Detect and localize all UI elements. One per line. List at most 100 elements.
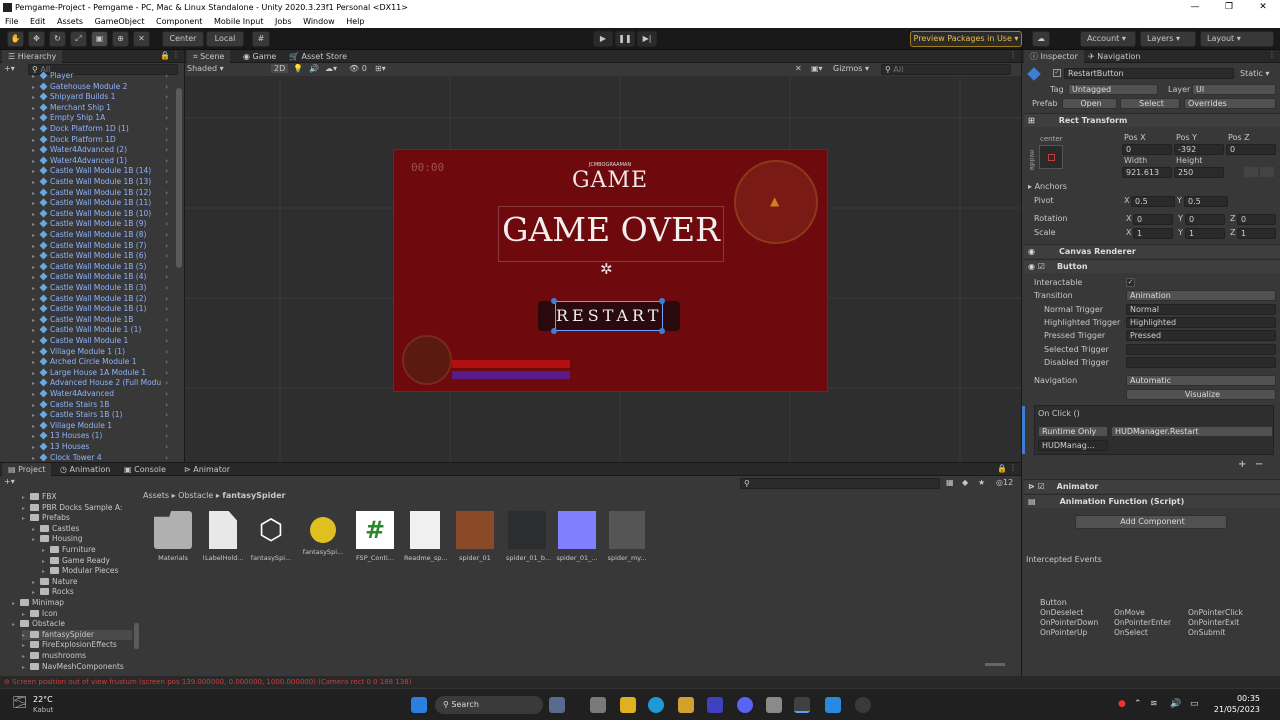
tab-inspector[interactable]: ⓘ Inspector <box>1024 50 1084 63</box>
project-folder-item[interactable]: ▸ FBX <box>22 492 57 503</box>
layer-dropdown[interactable]: UI <box>1192 84 1276 95</box>
rect-handle-bl[interactable] <box>551 328 557 334</box>
open-prefab-arrow-icon[interactable]: › <box>165 272 168 283</box>
open-prefab-arrow-icon[interactable]: › <box>165 72 168 82</box>
runtime-dropdown[interactable]: Runtime Only <box>1038 426 1108 437</box>
open-prefab-arrow-icon[interactable]: › <box>165 92 168 103</box>
blueprint-mode-icon[interactable] <box>1244 167 1258 177</box>
task-view-icon[interactable] <box>549 697 565 713</box>
hierarchy-item[interactable]: ▸ Castle Wall Module 1B (3) › <box>32 283 176 294</box>
rotation-y-field[interactable]: 0 <box>1185 214 1225 225</box>
unity-hub-icon[interactable] <box>766 697 782 713</box>
folder-arrow-icon[interactable]: ▸ <box>22 514 30 525</box>
hierarchy-item[interactable]: ▸ 13 Houses (1) › <box>32 431 176 442</box>
open-prefab-arrow-icon[interactable]: › <box>165 283 168 294</box>
file-manager-icon[interactable] <box>590 697 606 713</box>
asset-item[interactable]: fantasySpi... <box>302 511 344 556</box>
open-prefab-arrow-icon[interactable]: › <box>165 262 168 273</box>
open-prefab-arrow-icon[interactable]: › <box>165 442 168 453</box>
pos-x-field[interactable]: 0 <box>1122 144 1172 155</box>
layers-dropdown[interactable]: Layers ▾ <box>1140 31 1196 47</box>
project-folder-item[interactable]: ▸ Obstacle <box>12 619 65 630</box>
hierarchy-item[interactable]: ▸ Clock Tower 4 › <box>32 453 176 461</box>
remove-listener-button[interactable]: − <box>1255 459 1263 470</box>
tab-animation[interactable]: ◷ Animation <box>54 463 116 476</box>
visualize-button[interactable]: Visualize <box>1126 389 1276 400</box>
project-folder-item[interactable]: ▸ Prefabs <box>22 513 70 524</box>
hierarchy-item[interactable]: ▸ Village Module 1 › <box>32 421 176 432</box>
inspector-menu-icon[interactable]: ⋮ <box>1268 50 1276 59</box>
open-prefab-arrow-icon[interactable]: › <box>165 410 168 421</box>
hierarchy-item[interactable]: ▸ Empty Ship 1A › <box>32 113 176 124</box>
hierarchy-item[interactable]: ▸ Player › <box>32 72 176 82</box>
project-tree-scrollbar[interactable] <box>134 623 139 649</box>
rotation-z-field[interactable]: 0 <box>1237 214 1276 225</box>
menu-edit[interactable]: Edit <box>30 17 46 26</box>
menu-window[interactable]: Window <box>303 17 335 26</box>
hierarchy-item[interactable]: ▸ Castle Wall Module 1B › <box>32 315 176 326</box>
taskbar-time[interactable]: 00:35 <box>1218 694 1260 703</box>
scene-viewport[interactable]: 00:00 JCMBOGRAAMAN GAME GAME OVER ✲ REST… <box>185 76 1021 462</box>
project-menu-icon[interactable]: ⋮ <box>1009 463 1017 472</box>
tab-console[interactable]: ▣ Console <box>118 463 172 476</box>
raw-edit-icon[interactable] <box>1260 167 1274 177</box>
interactable-checkbox[interactable]: ✓ <box>1126 278 1135 287</box>
asset-item[interactable]: ⬡ fantasySpi... <box>250 511 292 562</box>
hierarchy-item[interactable]: ▸ Water4Advanced (2) › <box>32 145 176 156</box>
visual-studio-icon[interactable] <box>707 697 723 713</box>
hierarchy-item[interactable]: ▸ Gatehouse Module 2 › <box>32 82 176 93</box>
open-prefab-arrow-icon[interactable]: › <box>165 325 168 336</box>
file-explorer-icon[interactable] <box>620 697 636 713</box>
open-prefab-arrow-icon[interactable]: › <box>165 82 168 93</box>
object-name-field[interactable]: RestartButton <box>1064 68 1234 79</box>
project-folder-item[interactable]: ▸ Furniture <box>42 545 96 556</box>
normal-trigger-field[interactable]: Normal <box>1126 304 1276 315</box>
folder-arrow-icon[interactable]: ▸ <box>22 663 30 674</box>
open-prefab-arrow-icon[interactable]: › <box>165 219 168 230</box>
pause-button[interactable]: ❚❚ <box>615 31 635 47</box>
hierarchy-item[interactable]: ▸ Castle Wall Module 1B (4) › <box>32 272 176 283</box>
hierarchy-item[interactable]: ▸ Castle Wall Module 1B (13) › <box>32 177 176 188</box>
open-prefab-arrow-icon[interactable]: › <box>165 177 168 188</box>
unity-editor-icon[interactable] <box>794 697 810 713</box>
toggle-2d-button[interactable]: 2D <box>271 64 289 73</box>
maximize-button[interactable]: ❐ <box>1212 0 1246 15</box>
volume-icon[interactable]: 🔊 <box>1170 699 1181 709</box>
selected-trigger-field[interactable] <box>1126 344 1276 355</box>
project-folder-item[interactable]: ▸ Icon <box>22 609 58 620</box>
scale-x-field[interactable]: 1 <box>1133 228 1173 239</box>
asset-item[interactable]: !LabelHold... <box>202 511 244 562</box>
project-folder-item[interactable]: ▸ Castles <box>32 524 79 535</box>
asset-item[interactable]: spider_01_b... <box>506 511 551 562</box>
breadcrumb-fantasyspider[interactable]: fantasySpider <box>222 491 285 500</box>
folder-arrow-icon[interactable]: ▸ <box>32 535 40 546</box>
pivot-local-toggle[interactable]: Local <box>206 31 244 47</box>
button-component-header[interactable]: ◉ ☑ Button <box>1024 259 1280 273</box>
hierarchy-item[interactable]: ▸ Castle Wall Module 1B (1) › <box>32 304 176 315</box>
disabled-trigger-field[interactable] <box>1126 357 1276 368</box>
scene-search-input[interactable]: ⚲ All <box>881 64 1011 75</box>
pos-y-field[interactable]: -392 <box>1174 144 1224 155</box>
rect-handle-tl[interactable] <box>551 298 557 304</box>
open-prefab-arrow-icon[interactable]: › <box>165 368 168 379</box>
menu-help[interactable]: Help <box>346 17 364 26</box>
open-prefab-arrow-icon[interactable]: › <box>165 230 168 241</box>
anchors-foldout[interactable]: ▸ Anchors <box>1028 181 1067 193</box>
animator-header[interactable]: ⊳ ☑ Animator <box>1024 479 1280 493</box>
open-prefab-arrow-icon[interactable]: › <box>165 103 168 114</box>
hierarchy-item[interactable]: ▸ 13 Houses › <box>32 442 176 453</box>
pivot-center-toggle[interactable]: Center <box>162 31 204 47</box>
hierarchy-item[interactable]: ▸ Advanced House 2 (Full Modu › <box>32 378 176 389</box>
collab-cloud-icon[interactable]: ☁ <box>1032 31 1050 47</box>
restart-button[interactable]: RESTART <box>555 301 663 331</box>
hierarchy-item[interactable]: ▸ Castle Wall Module 1 › <box>32 336 176 347</box>
open-prefab-arrow-icon[interactable]: › <box>165 156 168 167</box>
panel-menu-icon[interactable]: ⋮ <box>172 50 180 59</box>
project-folder-item[interactable]: ▸ Game Ready <box>42 556 110 567</box>
asset-item[interactable]: spider_my... <box>606 511 648 562</box>
rect-handle-tr[interactable] <box>659 298 665 304</box>
custom-tool-icon[interactable]: ✕ <box>133 31 150 47</box>
hierarchy-item[interactable]: ▸ Castle Wall Module 1B (7) › <box>32 241 176 252</box>
open-prefab-arrow-icon[interactable]: › <box>165 135 168 146</box>
hierarchy-item[interactable]: ▸ Castle Wall Module 1B (9) › <box>32 219 176 230</box>
